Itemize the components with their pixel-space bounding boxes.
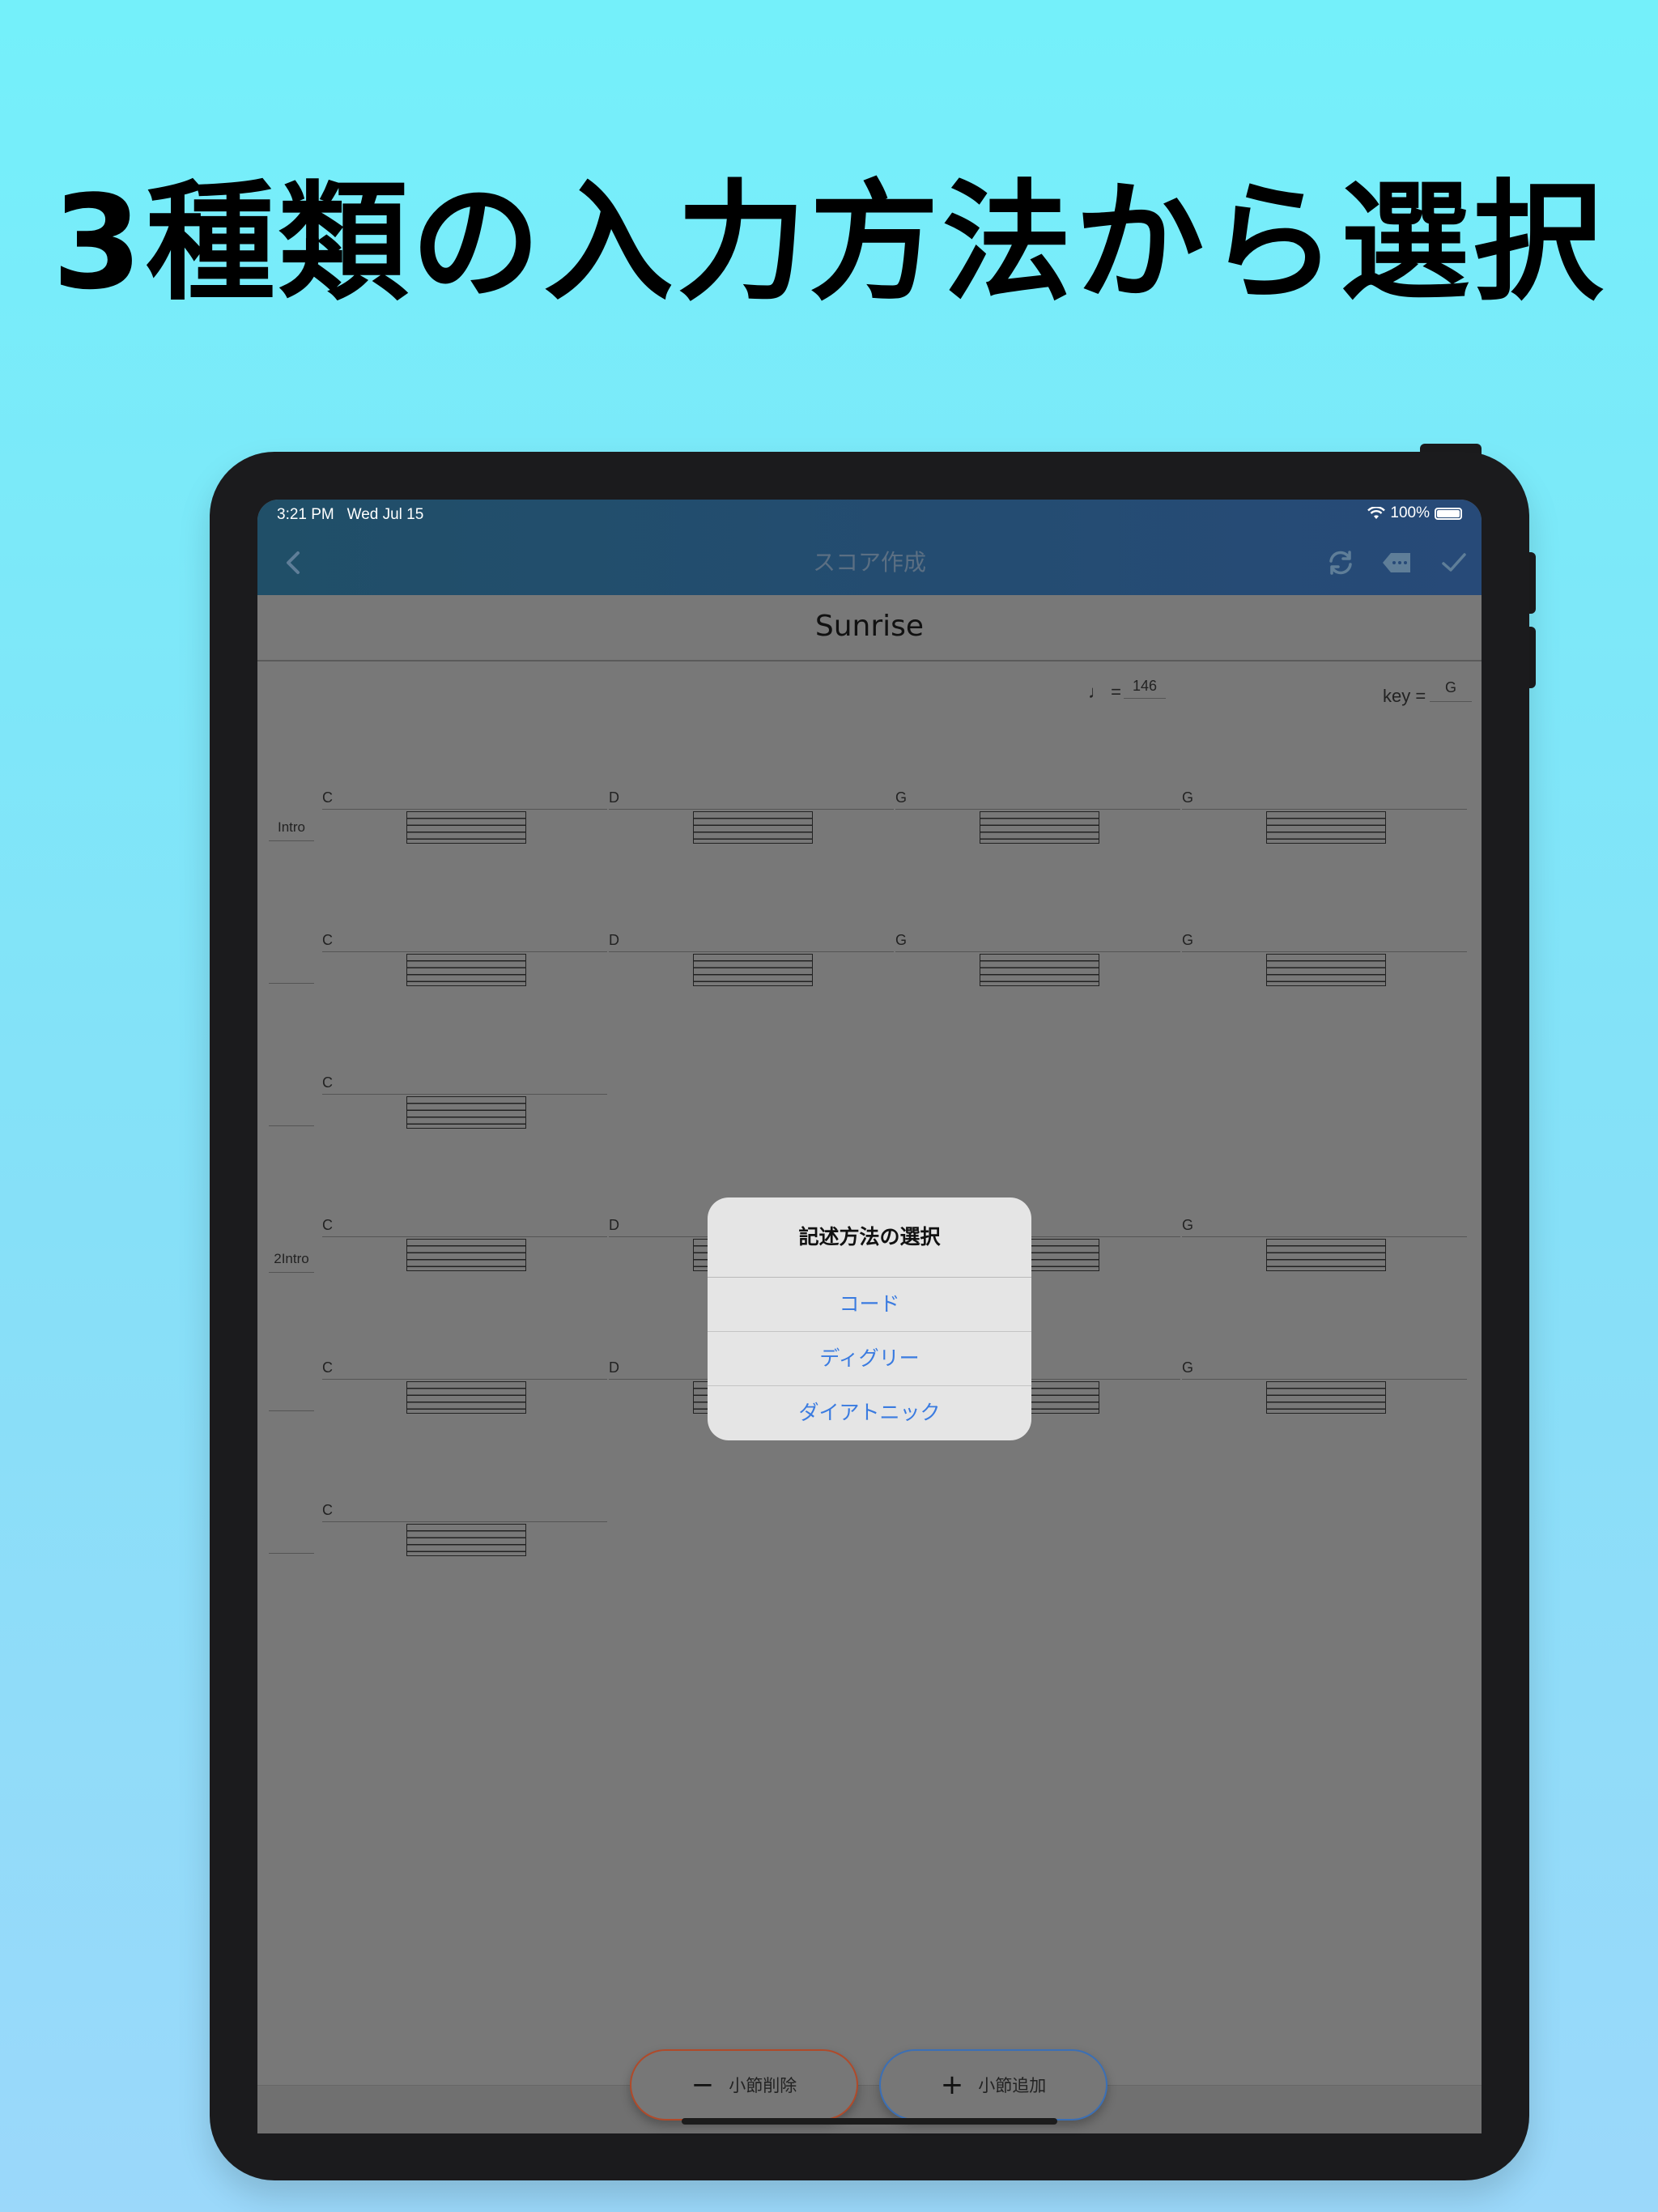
staff [406,1096,526,1129]
home-indicator[interactable] [682,2118,1057,2125]
measure[interactable]: G [1182,1217,1467,1271]
section-label[interactable]: 2Intro [269,1251,314,1273]
staff [406,1524,526,1556]
section-label[interactable] [269,1532,314,1554]
measure-line [609,951,894,952]
section-label[interactable] [269,1104,314,1126]
checkmark-icon[interactable] [1436,545,1472,581]
chord-label: C [322,1502,333,1518]
staff [1266,1381,1386,1414]
chord-label: G [895,932,908,948]
measure[interactable]: C [322,1217,607,1271]
wifi-icon [1367,507,1386,519]
sync-icon[interactable] [1323,545,1358,581]
measure-line [322,951,607,952]
measure[interactable]: C [322,1359,607,1414]
measure[interactable]: D [609,789,894,844]
chord-label: C [322,1359,333,1376]
option-diatonic-button[interactable]: ダイアトニック [708,1386,1031,1440]
measure[interactable]: C [322,1074,607,1129]
chord-label: G [1182,1217,1194,1233]
delete-measure-button[interactable]: − 小節削除 [630,2049,858,2121]
battery-icon [1435,507,1462,520]
staff [406,1381,526,1414]
measure-line [322,1521,607,1522]
keyboard-delete-icon[interactable] [1380,545,1415,581]
nav-title: スコア作成 [812,549,926,576]
chord-label: G [1182,1359,1194,1376]
measure-line [609,809,894,810]
chord-label: D [609,1217,619,1233]
status-date-text: Wed Jul 15 [346,506,424,523]
measure[interactable]: D [609,932,894,986]
status-time-text: 3:21 PM [277,506,334,523]
section-label[interactable]: Intro [269,819,314,841]
measure-line [322,1379,607,1380]
chord-label: C [322,789,333,806]
delete-measure-label: 小節削除 [729,2076,797,2095]
measure[interactable]: G [1182,789,1467,844]
add-measure-label: 小節追加 [978,2076,1047,2095]
headline: 3種類の入力方法から選択 [52,167,1606,318]
section-label[interactable] [269,1389,314,1411]
staff [1266,811,1386,844]
measure-line [1182,951,1467,952]
chord-label: G [895,789,908,806]
chord-label: G [1182,789,1194,806]
measure-line [322,809,607,810]
staff [1266,954,1386,986]
navigation-bar: 3:21 PM Wed Jul 15 100% スコア作成 [257,500,1482,595]
staff [1266,1239,1386,1271]
measure[interactable]: G [895,789,1180,844]
measure[interactable]: C [322,789,607,844]
chord-label: C [322,1074,333,1091]
tempo-label: ♩ = [1088,682,1121,702]
bottom-toolbar [257,2085,1482,2133]
measure-line [1182,1379,1467,1380]
chord-label: D [609,1359,619,1376]
measure[interactable]: G [895,932,1180,986]
measure[interactable]: C [322,932,607,986]
status-right: 100% [1367,504,1462,522]
chord-label: C [322,1217,333,1233]
add-measure-button[interactable]: + 小節追加 [879,2049,1107,2121]
measure-line [322,1236,607,1237]
battery-percent: 100% [1390,504,1430,521]
chord-label: D [609,789,619,806]
measure-line [1182,1236,1467,1237]
measure-line [895,951,1180,952]
measure-line [322,1094,607,1095]
chord-label: C [322,932,333,948]
tempo-field[interactable]: 146 [1124,678,1166,699]
measure-line [1182,809,1467,810]
staff [406,811,526,844]
song-title[interactable]: Sunrise [257,610,1482,643]
measure[interactable]: G [1182,1359,1467,1414]
staff [693,954,813,986]
chord-label: G [1182,932,1194,948]
staff [406,954,526,986]
input-method-dialog: 記述方法の選択 コード ディグリー ダイアトニック [708,1197,1031,1440]
status-time: 3:21 PM Wed Jul 15 [277,506,423,524]
measure[interactable]: C [322,1502,607,1556]
chord-label: D [609,932,619,948]
staff [406,1239,526,1271]
key-field[interactable]: G [1430,679,1472,702]
staff [980,954,1099,986]
section-label[interactable] [269,962,314,984]
option-degree-button[interactable]: ディグリー [708,1332,1031,1386]
key-label: key = [1383,686,1426,706]
dialog-title: 記述方法の選択 [708,1197,1031,1278]
measure-line [895,809,1180,810]
staff [693,811,813,844]
measure[interactable]: G [1182,932,1467,986]
plus-icon: + [940,2069,964,2101]
staff [980,811,1099,844]
option-chord-button[interactable]: コード [708,1278,1031,1332]
minus-icon: − [691,2069,715,2101]
